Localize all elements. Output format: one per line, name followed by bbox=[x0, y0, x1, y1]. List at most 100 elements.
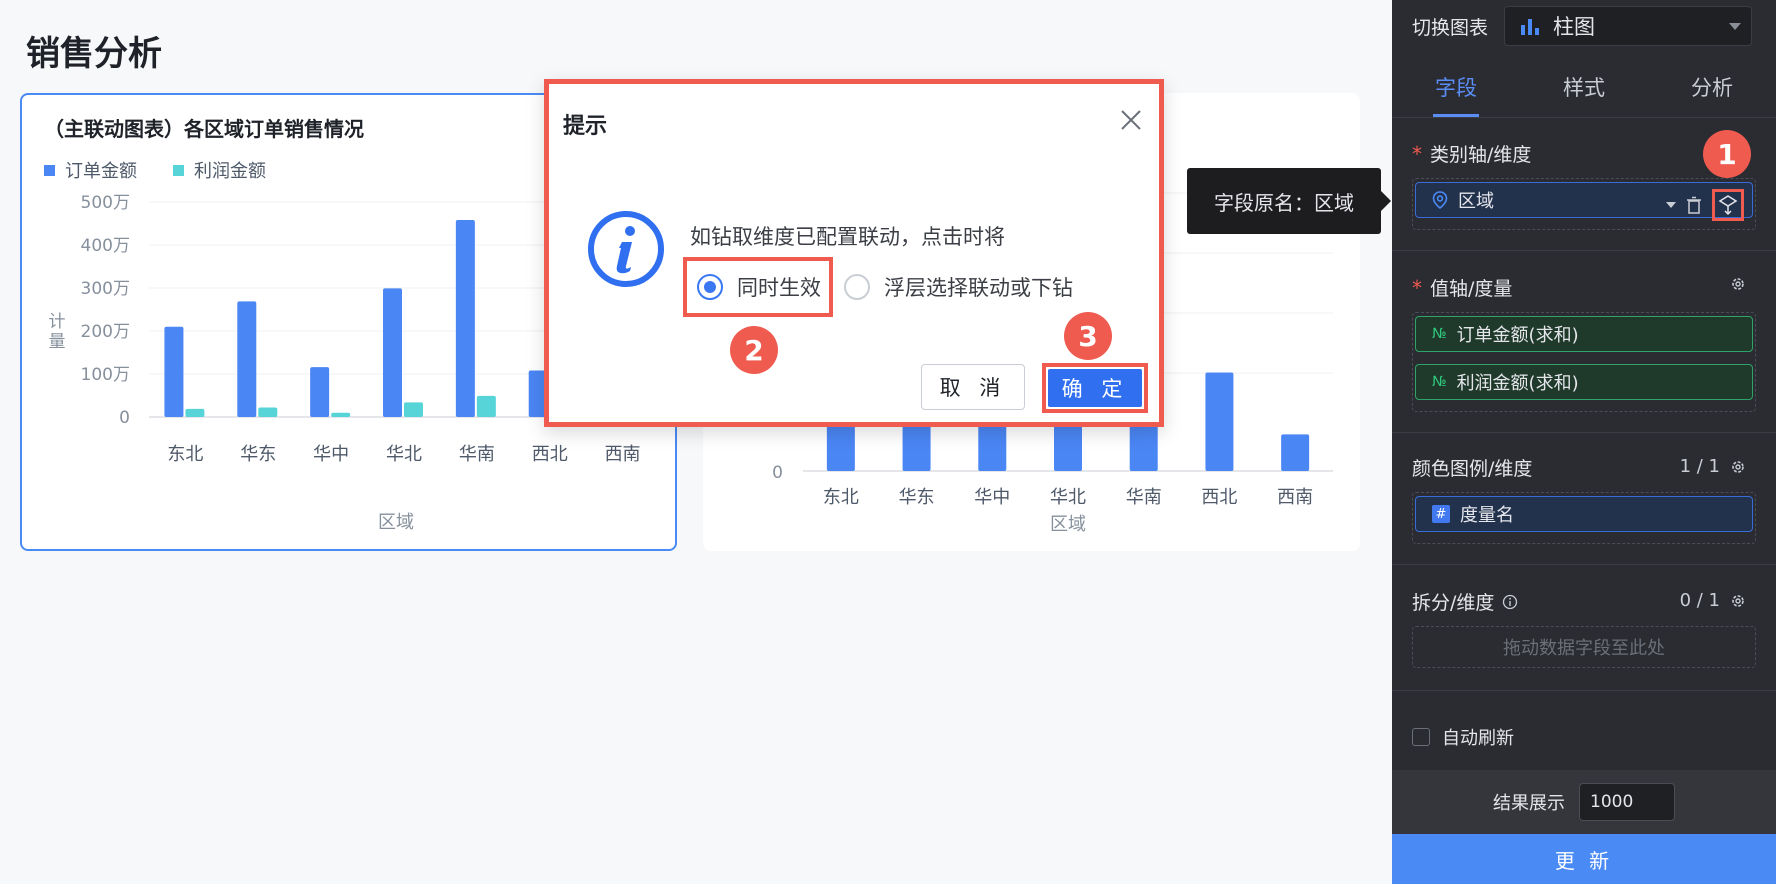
y-axis-label: 计 bbox=[49, 312, 66, 332]
x-tick-label: 西南 bbox=[1277, 487, 1313, 508]
color-legend-label: 颜色图例/维度 bbox=[1412, 454, 1532, 481]
option-popup-choose[interactable]: 浮层选择联动或下钻 bbox=[844, 268, 1073, 306]
y-tick-label: 0 bbox=[119, 408, 130, 428]
chart-switcher: 切换图表 柱图 bbox=[1412, 6, 1753, 46]
option-label: 同时生效 bbox=[737, 276, 821, 300]
split-dropzone[interactable]: 拖动数据字段至此处 bbox=[1412, 626, 1756, 668]
field-pill-measure-name[interactable]: # 度量名 bbox=[1415, 496, 1753, 532]
checkbox[interactable] bbox=[1412, 728, 1430, 746]
radio-checked[interactable] bbox=[697, 274, 723, 300]
ok-button-highlight: 确 定 bbox=[1042, 363, 1148, 413]
location-icon bbox=[1432, 191, 1448, 209]
y-tick-label: 100万 bbox=[81, 365, 130, 385]
required-mark: * bbox=[1412, 275, 1422, 300]
ok-button[interactable]: 确 定 bbox=[1048, 369, 1142, 407]
x-tick-label: 东北 bbox=[167, 444, 203, 465]
x-tick-label: 华东 bbox=[240, 444, 276, 465]
step-badge-1: 1 bbox=[1703, 130, 1751, 178]
bar bbox=[1281, 434, 1310, 471]
x-tick-label: 华北 bbox=[386, 444, 422, 465]
x-tick-label: 华中 bbox=[974, 487, 1010, 508]
bar-profit bbox=[185, 408, 205, 417]
pill-actions bbox=[1666, 189, 1744, 221]
x-tick-label: 西南 bbox=[605, 444, 641, 465]
value-axis-label: * 值轴/度量 bbox=[1412, 274, 1512, 301]
caret-down-icon[interactable] bbox=[1666, 202, 1676, 208]
y-tick-label: 400万 bbox=[81, 236, 130, 256]
x-tick-label: 西北 bbox=[1201, 487, 1237, 508]
field-pill-order-amount[interactable]: № 订单金额(求和) bbox=[1415, 316, 1753, 352]
chart-type-select[interactable]: 柱图 bbox=[1504, 6, 1753, 46]
bar-order bbox=[383, 288, 402, 417]
option-label: 浮层选择联动或下钻 bbox=[884, 276, 1073, 300]
tab-analysis[interactable]: 分析 bbox=[1648, 62, 1776, 117]
y-axis-label: 量 bbox=[49, 332, 66, 352]
y-tick-label: 500万 bbox=[81, 193, 130, 213]
close-icon[interactable] bbox=[1117, 106, 1145, 134]
chevron-down-icon bbox=[1729, 23, 1742, 30]
bar-order bbox=[455, 220, 475, 417]
cancel-button[interactable]: 取 消 bbox=[921, 364, 1025, 410]
update-button[interactable]: 更 新 bbox=[1392, 834, 1776, 884]
field-pill-region[interactable]: 区域 bbox=[1415, 182, 1753, 221]
color-legend-settings: 1 / 1 bbox=[1680, 456, 1746, 477]
info-circle-icon[interactable] bbox=[1502, 594, 1518, 610]
chart-type-value: 柱图 bbox=[1553, 15, 1596, 39]
category-axis-label: * 类别轴/维度 bbox=[1412, 140, 1531, 167]
bar-order bbox=[164, 326, 184, 417]
auto-refresh-label: 自动刷新 bbox=[1442, 728, 1514, 749]
tab-fields[interactable]: 字段 bbox=[1392, 62, 1520, 117]
divider bbox=[1392, 564, 1776, 565]
bar-profit bbox=[258, 407, 278, 417]
section-title: 拆分/维度 bbox=[1412, 592, 1495, 614]
trash-icon[interactable] bbox=[1686, 196, 1702, 214]
field-pill-profit-amount[interactable]: № 利润金额(求和) bbox=[1415, 364, 1753, 400]
bar-profit bbox=[476, 395, 496, 417]
info-icon bbox=[588, 211, 664, 287]
dialog-message: 如钻取维度已配置联动，点击时将 bbox=[690, 225, 1005, 249]
gear-icon[interactable] bbox=[1730, 593, 1746, 609]
divider bbox=[1392, 250, 1776, 251]
field-tooltip: 字段原名：区域 bbox=[1187, 168, 1391, 234]
bar-profit bbox=[331, 412, 351, 417]
section-title: 值轴/度量 bbox=[1430, 278, 1513, 300]
gear-icon[interactable] bbox=[1730, 276, 1746, 292]
field-name: 利润金额(求和) bbox=[1456, 373, 1579, 394]
result-limit-input[interactable] bbox=[1579, 783, 1675, 821]
x-tick-label: 华中 bbox=[313, 444, 349, 465]
split-label: 拆分/维度 bbox=[1412, 588, 1518, 615]
section-title: 颜色图例/维度 bbox=[1412, 458, 1533, 480]
y-tick-label: 0 bbox=[772, 463, 783, 483]
result-label: 结果展示 bbox=[1493, 793, 1565, 814]
x-tick-label: 华南 bbox=[1126, 487, 1162, 508]
divider bbox=[1392, 432, 1776, 433]
field-name: 度量名 bbox=[1460, 505, 1514, 526]
x-tick-label: 华北 bbox=[1050, 487, 1086, 508]
auto-refresh-toggle[interactable]: 自动刷新 bbox=[1412, 724, 1514, 750]
x-axis-label: 区域 bbox=[378, 512, 414, 533]
bar-profit bbox=[404, 402, 423, 417]
switch-chart-label: 切换图表 bbox=[1412, 16, 1489, 39]
radio-unchecked[interactable] bbox=[844, 274, 870, 300]
bar-chart-icon bbox=[1521, 19, 1540, 35]
hash-icon: # bbox=[1432, 505, 1450, 523]
tab-style[interactable]: 样式 bbox=[1520, 62, 1648, 117]
value-axis-settings bbox=[1730, 276, 1746, 292]
x-tick-label: 西北 bbox=[532, 444, 568, 465]
x-axis-label: 区域 bbox=[1050, 514, 1086, 535]
drill-down-button[interactable] bbox=[1712, 189, 1744, 221]
drill-link-dialog: 提示 如钻取维度已配置联动，点击时将 同时生效 浮层选择联动或下钻 2 3 取 … bbox=[544, 79, 1164, 427]
bar bbox=[1205, 372, 1234, 471]
y-tick-label: 300万 bbox=[81, 279, 130, 299]
bar-order bbox=[310, 367, 330, 417]
step-badge-3: 3 bbox=[1064, 312, 1112, 360]
option-simultaneous[interactable]: 同时生效 bbox=[683, 257, 833, 317]
x-tick-label: 东北 bbox=[823, 487, 859, 508]
drill-icon bbox=[1718, 195, 1738, 216]
gear-icon[interactable] bbox=[1730, 459, 1746, 475]
result-limit-bar: 结果展示 bbox=[1392, 770, 1776, 834]
measure-icon: № bbox=[1432, 326, 1447, 342]
bar-order bbox=[237, 301, 257, 417]
measure-icon: № bbox=[1432, 374, 1447, 390]
split-settings: 0 / 1 bbox=[1680, 590, 1746, 611]
